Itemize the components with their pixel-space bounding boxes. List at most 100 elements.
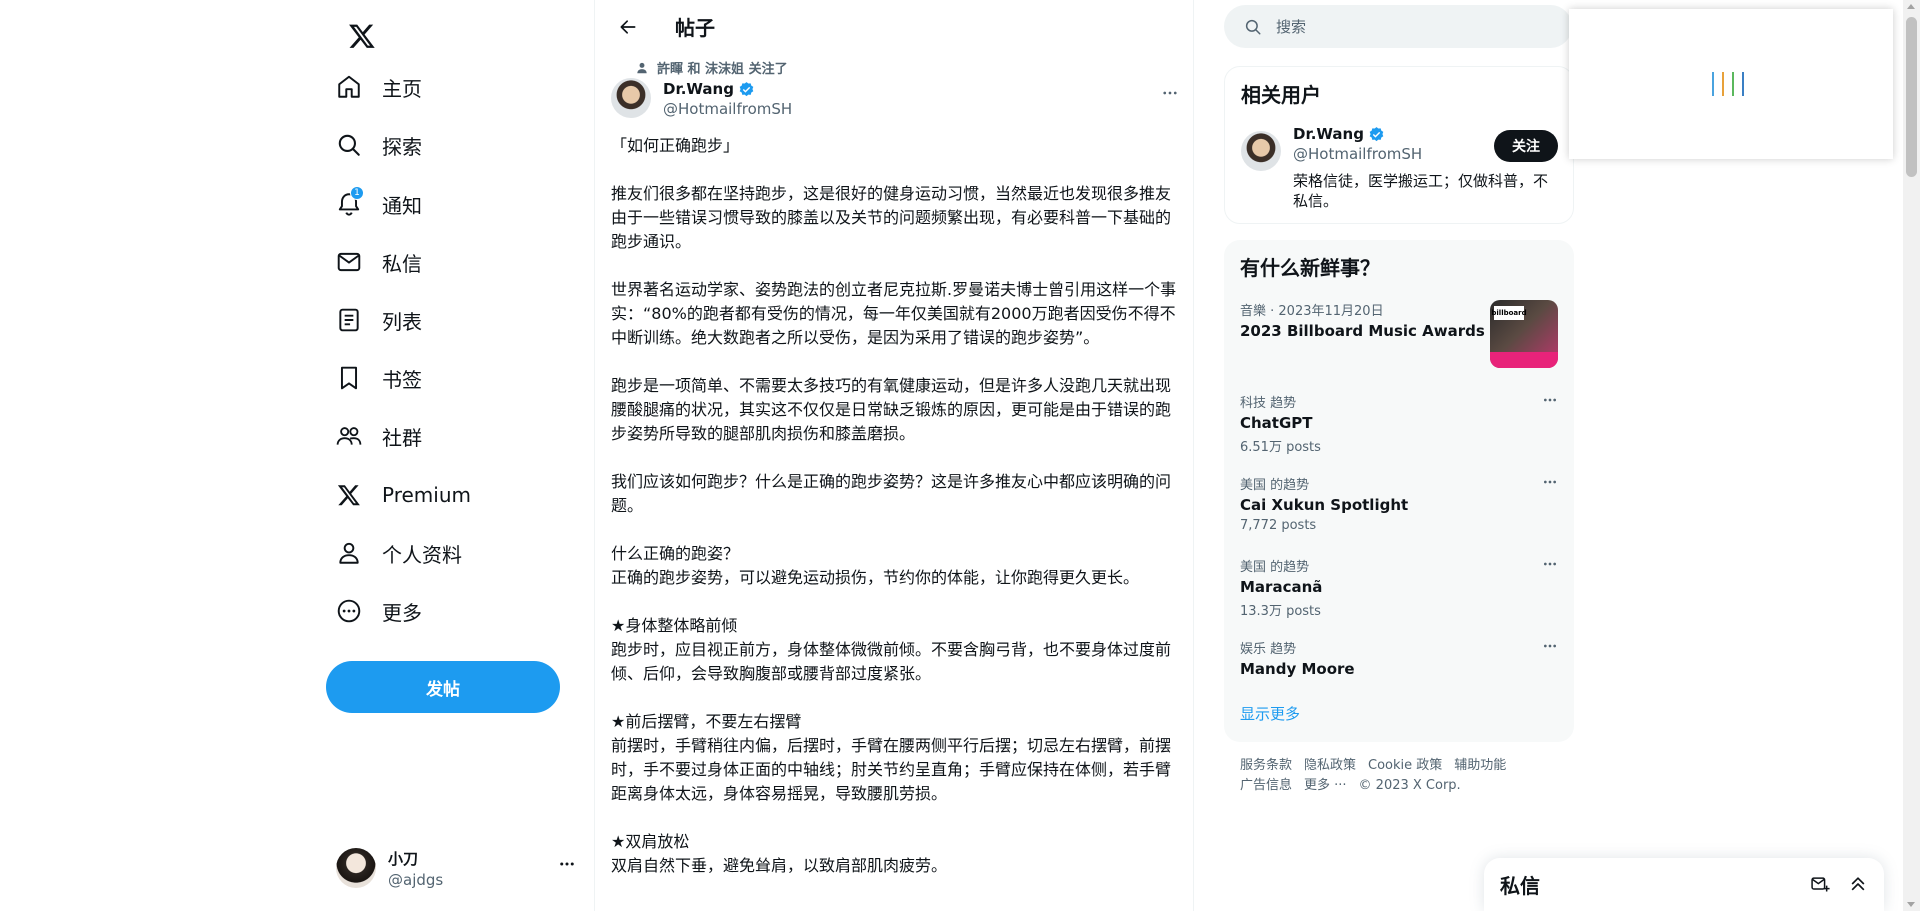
trend-title: ChatGPT [1240,414,1313,432]
trend-item[interactable]: 美国 的趋势 Cai Xukun Spotlight 7,772 posts [1240,474,1558,533]
trend-title: Maracanã [1240,578,1323,596]
footer-link[interactable]: 隐私政策 [1304,758,1356,773]
more-dots-icon[interactable] [1542,638,1558,654]
nav-profile[interactable]: 个人资料 [336,528,462,578]
scroll-up-arrow-icon[interactable] [1907,4,1915,9]
more-dots-icon [558,855,576,873]
more-dots-icon[interactable] [1542,474,1558,490]
loader-bar [1712,72,1714,96]
related-user-name[interactable]: Dr.Wang [1293,125,1364,143]
nav-bookmarks[interactable]: 书签 [336,353,422,403]
nav-messages[interactable]: 私信 [336,237,422,287]
loading-popup [1569,9,1893,159]
related-user-bio: 荣格信徒，医学搬运工；仅做科普，不私信。 [1293,172,1549,210]
nav-notifications[interactable]: 1 通知 [336,179,422,229]
account-name: 小刀 [388,849,419,868]
footer-links: 服务条款 隐私政策 Cookie 政策 辅助功能 广告信息 更多 ··· © 2023 X… [1240,756,1570,796]
nav-label: 社群 [382,425,422,450]
account-switcher[interactable]: 小刀 @ajdgs [336,843,576,893]
nav-label: 主页 [382,76,422,101]
nav-more[interactable]: 更多 [336,586,422,636]
copyright: © 2023 X Corp. [1358,778,1461,793]
trend-meta: 娱乐 趋势 [1240,642,1297,657]
nav-label: 私信 [382,251,422,276]
footer-link[interactable]: 更多 ··· [1304,778,1347,793]
x-logo-icon [336,482,362,508]
search-box[interactable] [1224,5,1572,48]
footer-link[interactable]: Cookie 政策 [1368,758,1442,773]
new-message-icon[interactable] [1810,874,1830,894]
nav-lists[interactable]: 列表 [336,295,422,345]
more-dots-icon[interactable] [1542,556,1558,572]
author-handle[interactable]: @HotmailfromSH [663,100,792,118]
follow-button[interactable]: 关注 [1494,130,1558,162]
more-circle-icon [336,598,362,624]
bell-icon: 1 [336,186,364,217]
related-user-handle: @HotmailfromSH [1293,145,1423,163]
trend-item[interactable]: 娱乐 趋势 Mandy Moore [1240,638,1558,678]
page-title: 帖子 [675,16,715,40]
trend-count: 6.51万 posts [1240,440,1321,455]
x-logo-icon[interactable] [336,10,388,62]
scroll-down-arrow-icon[interactable] [1907,902,1915,907]
post-button[interactable]: 发帖 [326,661,560,713]
nav-label: Premium [382,483,471,507]
mail-icon [336,249,362,275]
footer-link[interactable]: 辅助功能 [1454,758,1506,773]
avatar[interactable] [611,78,651,118]
thumbnail-logo: billboard [1491,306,1527,320]
show-more-link[interactable]: 显示更多 [1240,703,1300,724]
footer-link[interactable]: 广告信息 [1240,778,1292,793]
chevron-up-icon[interactable] [1848,874,1868,894]
trend-title: Cai Xukun Spotlight [1240,496,1409,514]
post-author: Dr.Wang @HotmailfromSH [611,78,1179,126]
nav-explore[interactable]: 探索 [336,120,422,170]
people-icon [336,423,362,449]
nav-label: 书签 [382,367,422,392]
scrollbar-thumb[interactable] [1906,17,1917,177]
left-nav: 主页 探索 1 通知 私信 列表 书签 社群 Premium 个人资料 更多 发… [320,0,594,911]
panel-title: 有什么新鲜事？ [1240,256,1380,280]
verified-badge-icon [1368,126,1385,143]
post-body: 「如何正确跑步」 推友们很多都在坚持跑步，这是很好的健身运动习惯，当然最近也发现… [611,136,1177,875]
footer-link[interactable]: 服务条款 [1240,758,1292,773]
social-context[interactable]: 許睴 和 沫沫姐 关注了 [635,58,788,77]
list-icon [336,307,362,333]
trend-meta: 美国 的趋势 [1240,560,1310,575]
author-name[interactable]: Dr.Wang [663,80,734,98]
nav-label: 通知 [382,193,422,218]
more-dots-icon[interactable] [1542,392,1558,408]
post-column: 帖子 許睴 和 沫沫姐 关注了 Dr.Wang @HotmailfromSH 「… [594,0,1194,911]
trends-panel: 有什么新鲜事？ 音樂 · 2023年11月20日 2023 Billboard … [1224,240,1574,742]
person-icon [635,61,649,75]
avatar [336,848,376,888]
more-dots-icon[interactable] [1161,84,1179,102]
nav-label: 探索 [382,134,422,159]
trend-item[interactable]: 科技 趋势 ChatGPT 6.51万 posts [1240,392,1558,455]
nav-home[interactable]: 主页 [336,62,422,112]
search-icon [1244,18,1262,36]
messages-drawer[interactable]: 私信 [1484,858,1884,911]
back-arrow-icon[interactable] [611,10,645,44]
notification-badge: 1 [350,186,364,200]
loader-bar [1732,72,1734,96]
trend-meta: 科技 趋势 [1240,396,1297,411]
loader-bar [1742,72,1744,96]
account-handle: @ajdgs [388,870,444,889]
page-scrollbar[interactable] [1903,0,1920,911]
nav-label: 列表 [382,309,422,334]
nav-premium[interactable]: Premium [336,470,471,520]
loader-bar [1722,72,1724,96]
trend-item[interactable]: 美国 的趋势 Maracanã 13.3万 posts [1240,556,1558,619]
person-icon [336,540,362,566]
nav-label: 更多 [382,600,422,625]
search-icon [336,132,362,158]
messages-drawer-title: 私信 [1500,874,1540,898]
avatar[interactable] [1241,131,1281,171]
trend-thumbnail[interactable]: billboard [1490,300,1558,368]
nav-communities[interactable]: 社群 [336,411,422,461]
trend-count: 13.3万 posts [1240,604,1321,619]
post-header: 帖子 [595,0,1193,53]
search-input[interactable] [1276,17,1526,36]
trend-count: 7,772 posts [1240,518,1317,533]
